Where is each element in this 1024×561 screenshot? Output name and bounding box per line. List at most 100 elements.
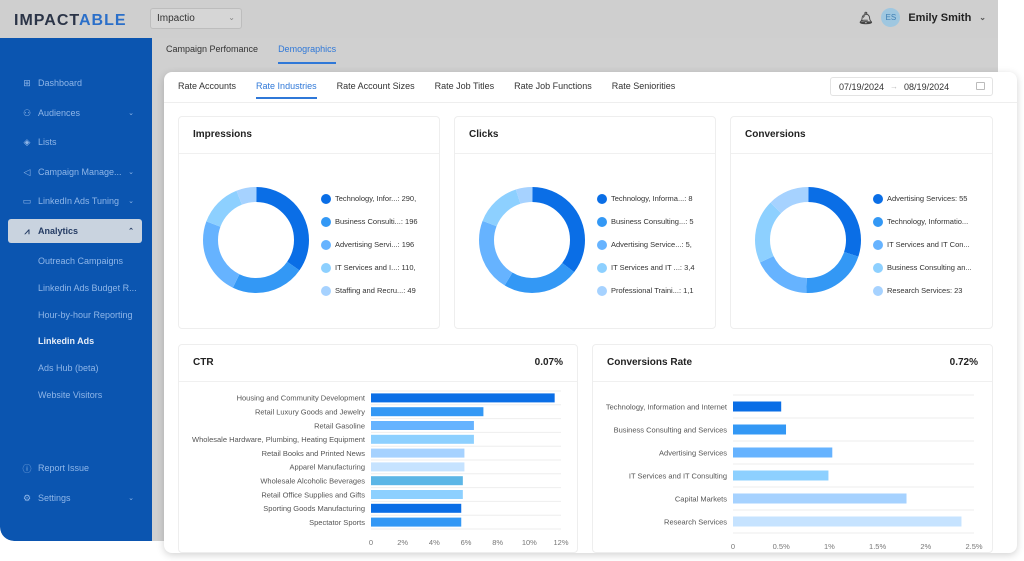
sidebar-subitem-website-visitors[interactable]: Website Visitors [38, 390, 102, 400]
sidebar-item-lists[interactable]: ◈ Lists [8, 130, 142, 154]
sidebar-item-report-issue[interactable]: ⓘ Report Issue [8, 456, 142, 480]
sidebar-item-analytics[interactable]: ⩘ Analytics ⌃ [8, 219, 142, 243]
x-tick-label: 2% [920, 542, 931, 551]
calendar-icon[interactable] [976, 82, 985, 90]
legend-dot-icon [321, 285, 331, 296]
organization-select[interactable]: Impactio ⌄ [150, 8, 242, 29]
sidebar-item-label: Analytics [38, 226, 79, 236]
bell-icon[interactable]: 🔔︎ [858, 11, 873, 25]
legend-item[interactable]: IT Services and I...: 110, [321, 256, 439, 279]
tab-rate-seniorities[interactable]: Rate Seniorities [612, 81, 676, 99]
legend-label: Advertising Services: 55 [887, 194, 968, 203]
sidebar-item-campaign-manager[interactable]: ◁ Campaign Manage... ⌄ [8, 160, 142, 184]
bar-category-label: Wholesale Alcoholic Beverages [260, 477, 365, 486]
tab-rate-accounts[interactable]: Rate Accounts [178, 81, 236, 99]
x-tick-label: 0.5% [773, 542, 790, 551]
legend-label: Research Services: 23 [887, 286, 963, 295]
date-range-picker[interactable]: 07/19/2024 → 08/19/2024 [830, 77, 993, 96]
bar[interactable] [371, 462, 465, 472]
bar[interactable] [371, 407, 484, 417]
legend-item[interactable]: Advertising Services: 55 [873, 187, 991, 210]
conversions-rate-summary-value: 0.72% [949, 357, 978, 368]
legend-label: Professional Traini...: 1,1 [611, 286, 694, 295]
x-tick-label: 2.5% [965, 542, 982, 551]
legend-label: IT Services and IT ...: 3,4 [611, 263, 695, 272]
bar[interactable] [733, 424, 787, 435]
avatar[interactable]: ES [881, 8, 901, 27]
bar[interactable] [371, 434, 474, 444]
legend-label: Business Consulti...: 196 [335, 217, 418, 226]
ctr-panel: CTR 0.07% Housing and Community Developm… [178, 344, 578, 553]
x-tick-label: 10% [522, 538, 537, 547]
tab-rate-industries[interactable]: Rate Industries [256, 81, 317, 99]
date-start[interactable]: 07/19/2024 [839, 82, 884, 92]
bar[interactable] [733, 447, 833, 458]
tab-rate-job-titles[interactable]: Rate Job Titles [435, 81, 495, 99]
bar-category-label: Wholesale Hardware, Plumbing, Heating Eq… [192, 435, 366, 444]
bar[interactable] [371, 476, 463, 486]
sidebar-item-dashboard[interactable]: ⊞ Dashboard [8, 71, 142, 95]
bar[interactable] [371, 517, 462, 527]
bar[interactable] [733, 401, 782, 412]
chevron-down-icon: ⌄ [128, 495, 134, 502]
logo[interactable]: IMPACTABLE [14, 12, 127, 30]
legend-item[interactable]: Staffing and Recru...: 49 [321, 279, 439, 302]
legend-dot-icon [873, 239, 883, 250]
user-menu[interactable]: 🔔︎ ES Emily Smith ⌄ [858, 8, 986, 27]
tab-rate-account-sizes[interactable]: Rate Account Sizes [337, 81, 415, 99]
logo-text-main: IMPACT [14, 12, 79, 29]
tab-rate-job-functions[interactable]: Rate Job Functions [514, 81, 592, 99]
impressions-panel: Impressions Technology, Infor...: 290, Bu… [178, 116, 440, 329]
sidebar-item-audiences[interactable]: ⚇ Audiences ⌄ [8, 101, 142, 125]
legend-item[interactable]: Business Consulting an... [873, 256, 991, 279]
legend-item[interactable]: Research Services: 23 [873, 279, 991, 302]
legend-item[interactable]: Business Consulting...: 5 [597, 210, 715, 233]
user-name[interactable]: Emily Smith [908, 12, 971, 24]
bar-category-label: Apparel Manufacturing [290, 463, 365, 472]
date-end[interactable]: 08/19/2024 [904, 82, 949, 92]
top-bar: IMPACTABLE Impactio ⌄ 🔔︎ ES Emily Smith … [0, 0, 998, 38]
calendar-icon: ▭ [22, 195, 32, 206]
bar[interactable] [733, 493, 907, 504]
bar[interactable] [371, 393, 555, 403]
legend-dot-icon [873, 285, 883, 296]
chevron-down-icon: ⌄ [979, 13, 986, 22]
organization-select-value: Impactio [157, 13, 195, 24]
legend-dot-icon [321, 262, 331, 273]
legend-item[interactable]: Technology, Infor...: 290, [321, 187, 439, 210]
legend-item[interactable]: Advertising Servi...: 196 [321, 233, 439, 256]
legend-label: Advertising Servi...: 196 [335, 240, 415, 249]
bar[interactable] [371, 490, 463, 499]
tab-campaign-performance[interactable]: Campaign Perfomance [166, 44, 258, 64]
sidebar-subitem-outreach-campaigns[interactable]: Outreach Campaigns [38, 256, 123, 266]
bar[interactable] [371, 421, 474, 430]
bar-category-label: Retail Office Supplies and Gifts [261, 490, 365, 499]
chevron-down-icon: ⌄ [228, 13, 235, 22]
sidebar-item-label: Report Issue [38, 463, 90, 473]
x-tick-label: 4% [429, 538, 440, 547]
sidebar-subitem-linkedin-ads-budget[interactable]: Linkedin Ads Budget R... [38, 283, 137, 293]
arrow-right-icon: → [890, 82, 899, 91]
sidebar-subitem-ads-hub[interactable]: Ads Hub (beta) [38, 363, 99, 373]
legend-item[interactable]: IT Services and IT ...: 3,4 [597, 256, 715, 279]
sidebar-subitem-hour-by-hour-reporting[interactable]: Hour-by-hour Reporting [38, 310, 133, 320]
sidebar-subitem-linkedin-ads[interactable]: Linkedin Ads [38, 336, 94, 346]
legend-label: Business Consulting an... [887, 263, 972, 272]
bar[interactable] [733, 470, 829, 481]
gear-icon: ⚙ [22, 492, 32, 503]
sidebar-item-linkedin-ads-tuning[interactable]: ▭ LinkedIn Ads Tuning ⌄ [8, 189, 142, 213]
bar[interactable] [371, 448, 465, 458]
bar[interactable] [371, 503, 462, 513]
tab-demographics[interactable]: Demographics [278, 44, 337, 64]
legend-item[interactable]: Advertising Service...: 5, [597, 233, 715, 256]
bar[interactable] [733, 516, 962, 527]
x-tick-label: 6% [461, 538, 472, 547]
legend-item[interactable]: Technology, Informa...: 8 [597, 187, 715, 210]
legend-item[interactable]: Business Consulti...: 196 [321, 210, 439, 233]
sidebar-item-settings[interactable]: ⚙ Settings ⌄ [8, 486, 142, 510]
legend-item[interactable]: Technology, Informatio... [873, 210, 991, 233]
sidebar: ⊞ Dashboard ⚇ Audiences ⌄ ◈ Lists ◁ Camp… [0, 38, 152, 541]
legend-item[interactable]: Professional Traini...: 1,1 [597, 279, 715, 302]
bar-category-label: Technology, Information and Internet [606, 402, 728, 411]
legend-item[interactable]: IT Services and IT Con... [873, 233, 991, 256]
